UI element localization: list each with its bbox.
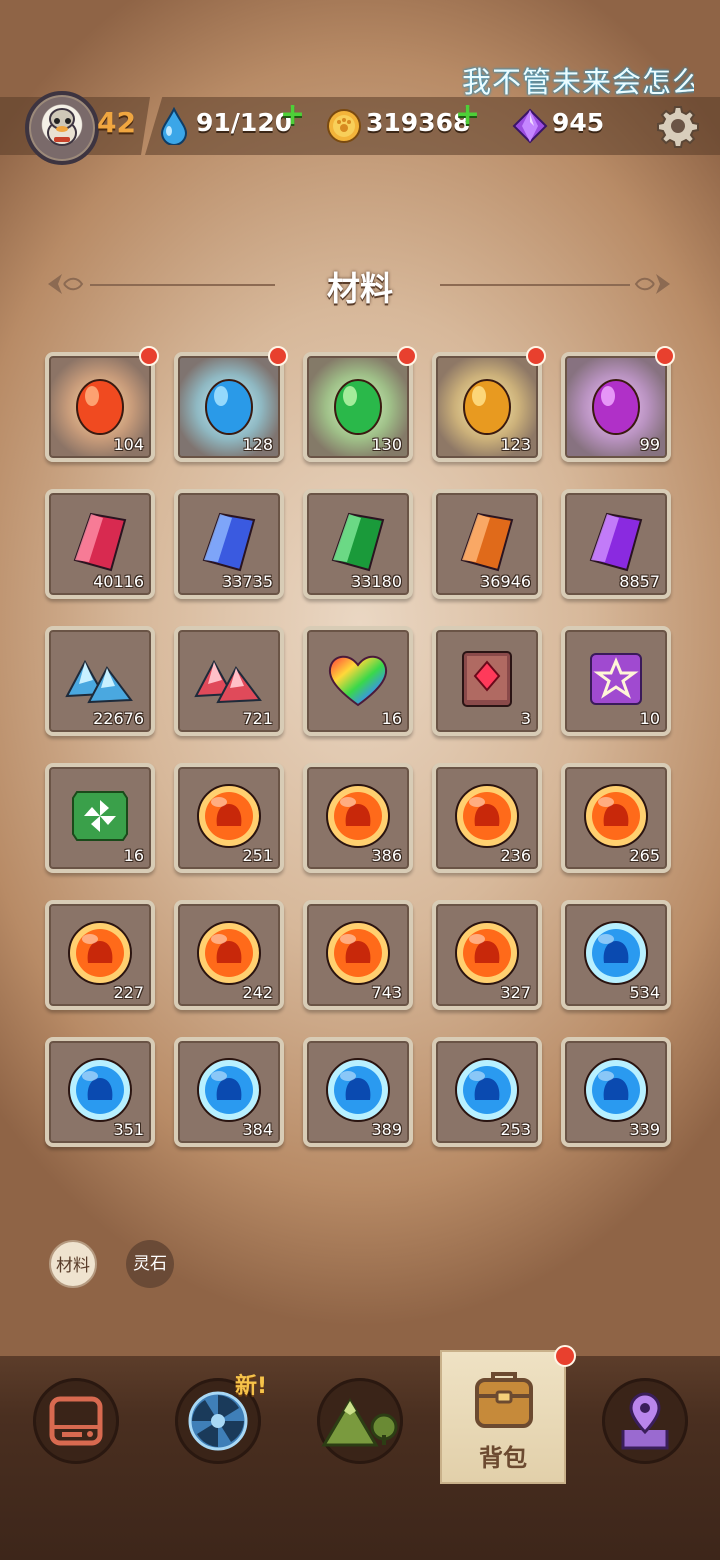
inventory-slot[interactable]: 384 bbox=[174, 1037, 284, 1147]
player-level: 42 bbox=[97, 106, 136, 139]
inventory-slot[interactable]: 128 bbox=[174, 346, 288, 462]
item-count: 99 bbox=[639, 435, 660, 454]
new-item-dot bbox=[526, 346, 546, 366]
item-count: 123 bbox=[500, 435, 531, 454]
player-avatar[interactable] bbox=[25, 91, 99, 165]
inventory-slot[interactable]: 40116 bbox=[45, 489, 155, 599]
inventory-slot[interactable]: 3 bbox=[432, 626, 542, 736]
inventory-slot[interactable]: 327 bbox=[432, 900, 542, 1010]
mountain-icon bbox=[321, 1398, 398, 1447]
add-gold-button[interactable]: + bbox=[455, 100, 480, 130]
section-header: 材料 bbox=[0, 258, 720, 308]
nav-monitor-button[interactable] bbox=[33, 1378, 119, 1464]
item-count: 16 bbox=[123, 846, 144, 865]
item-count: 327 bbox=[500, 983, 531, 1002]
item-count: 33180 bbox=[351, 572, 402, 591]
nav-adventure-button[interactable] bbox=[317, 1378, 403, 1464]
item-count: 10 bbox=[639, 709, 660, 728]
new-item-dot bbox=[139, 346, 159, 366]
item-count: 3 bbox=[520, 709, 531, 728]
item-count: 384 bbox=[242, 1120, 273, 1139]
new-item-dot bbox=[268, 346, 288, 366]
inventory-slot[interactable]: 16 bbox=[45, 763, 155, 873]
filter-spirit-stones-tab[interactable]: 灵石 bbox=[126, 1240, 174, 1288]
inventory-slot[interactable]: 721 bbox=[174, 626, 284, 736]
inventory-slot[interactable]: 534 bbox=[561, 900, 671, 1010]
item-count: 130 bbox=[371, 435, 402, 454]
item-count: 104 bbox=[113, 435, 144, 454]
inventory-slot[interactable]: 16 bbox=[303, 626, 413, 736]
inventory-slot[interactable]: 236 bbox=[432, 763, 542, 873]
inventory-slot[interactable]: 130 bbox=[303, 346, 417, 462]
inventory-slot[interactable]: 33180 bbox=[303, 489, 413, 599]
item-count: 721 bbox=[242, 709, 273, 728]
item-count: 743 bbox=[371, 983, 402, 1002]
item-count: 265 bbox=[629, 846, 660, 865]
new-badge: 新! bbox=[235, 1374, 268, 1399]
item-count: 389 bbox=[371, 1120, 402, 1139]
purple-gem-icon bbox=[512, 108, 548, 144]
nav-backpack-tab-active[interactable]: 背包 bbox=[440, 1350, 566, 1484]
item-count: 251 bbox=[242, 846, 273, 865]
item-count: 236 bbox=[500, 846, 531, 865]
item-count: 33735 bbox=[222, 572, 273, 591]
inventory-slot[interactable]: 242 bbox=[174, 900, 284, 1010]
inventory-slot[interactable]: 36946 bbox=[432, 489, 542, 599]
ornament-right-icon bbox=[634, 274, 670, 294]
inventory-slot[interactable]: 253 bbox=[432, 1037, 542, 1147]
inventory-slot[interactable]: 33735 bbox=[174, 489, 284, 599]
nav-backpack-label: 背包 bbox=[479, 1444, 527, 1472]
inventory-slot[interactable]: 123 bbox=[432, 346, 546, 462]
item-count: 386 bbox=[371, 846, 402, 865]
inventory-slot[interactable]: 99 bbox=[561, 346, 675, 462]
item-count: 128 bbox=[242, 435, 273, 454]
item-count: 40116 bbox=[93, 572, 144, 591]
gold-coin-icon bbox=[327, 109, 361, 143]
inventory-slot[interactable]: 265 bbox=[561, 763, 671, 873]
backpack-notification-dot bbox=[554, 1345, 576, 1367]
inventory-slot[interactable]: 386 bbox=[303, 763, 413, 873]
item-count: 22676 bbox=[93, 709, 144, 728]
inventory-slot[interactable]: 104 bbox=[45, 346, 159, 462]
settings-gear-icon[interactable] bbox=[656, 104, 700, 148]
page-title: 材料 bbox=[327, 269, 393, 308]
add-energy-button[interactable]: + bbox=[280, 100, 305, 130]
item-count: 8857 bbox=[619, 572, 660, 591]
inventory-slot[interactable]: 10 bbox=[561, 626, 671, 736]
item-count: 227 bbox=[113, 983, 144, 1002]
gem-value: 945 bbox=[552, 108, 605, 137]
inventory-slot[interactable]: 339 bbox=[561, 1037, 671, 1147]
inventory-slot[interactable]: 351 bbox=[45, 1037, 155, 1147]
inventory-slot[interactable]: 227 bbox=[45, 900, 155, 1010]
inventory-slot[interactable]: 8857 bbox=[561, 489, 671, 599]
avatar-icon bbox=[47, 108, 77, 146]
item-count: 534 bbox=[629, 983, 660, 1002]
map-pin-icon bbox=[621, 1392, 669, 1450]
nav-map-button[interactable] bbox=[602, 1378, 688, 1464]
inventory-slot[interactable]: 251 bbox=[174, 763, 284, 873]
new-item-dot bbox=[655, 346, 675, 366]
inventory-slot[interactable]: 389 bbox=[303, 1037, 413, 1147]
energy-value: 91/120 bbox=[196, 108, 293, 137]
item-count: 36946 bbox=[480, 572, 531, 591]
item-count: 242 bbox=[242, 983, 273, 1002]
backpack-icon bbox=[475, 1372, 533, 1428]
water-drop-icon bbox=[160, 107, 188, 145]
monitor-icon bbox=[49, 1396, 103, 1446]
item-count: 339 bbox=[629, 1120, 660, 1139]
inventory-slot[interactable]: 22676 bbox=[45, 626, 155, 736]
item-count: 351 bbox=[113, 1120, 144, 1139]
item-count: 253 bbox=[500, 1120, 531, 1139]
filter-materials-tab[interactable]: 材料 bbox=[49, 1240, 97, 1288]
item-count: 16 bbox=[381, 709, 402, 728]
inventory-slot[interactable]: 743 bbox=[303, 900, 413, 1010]
new-item-dot bbox=[397, 346, 417, 366]
